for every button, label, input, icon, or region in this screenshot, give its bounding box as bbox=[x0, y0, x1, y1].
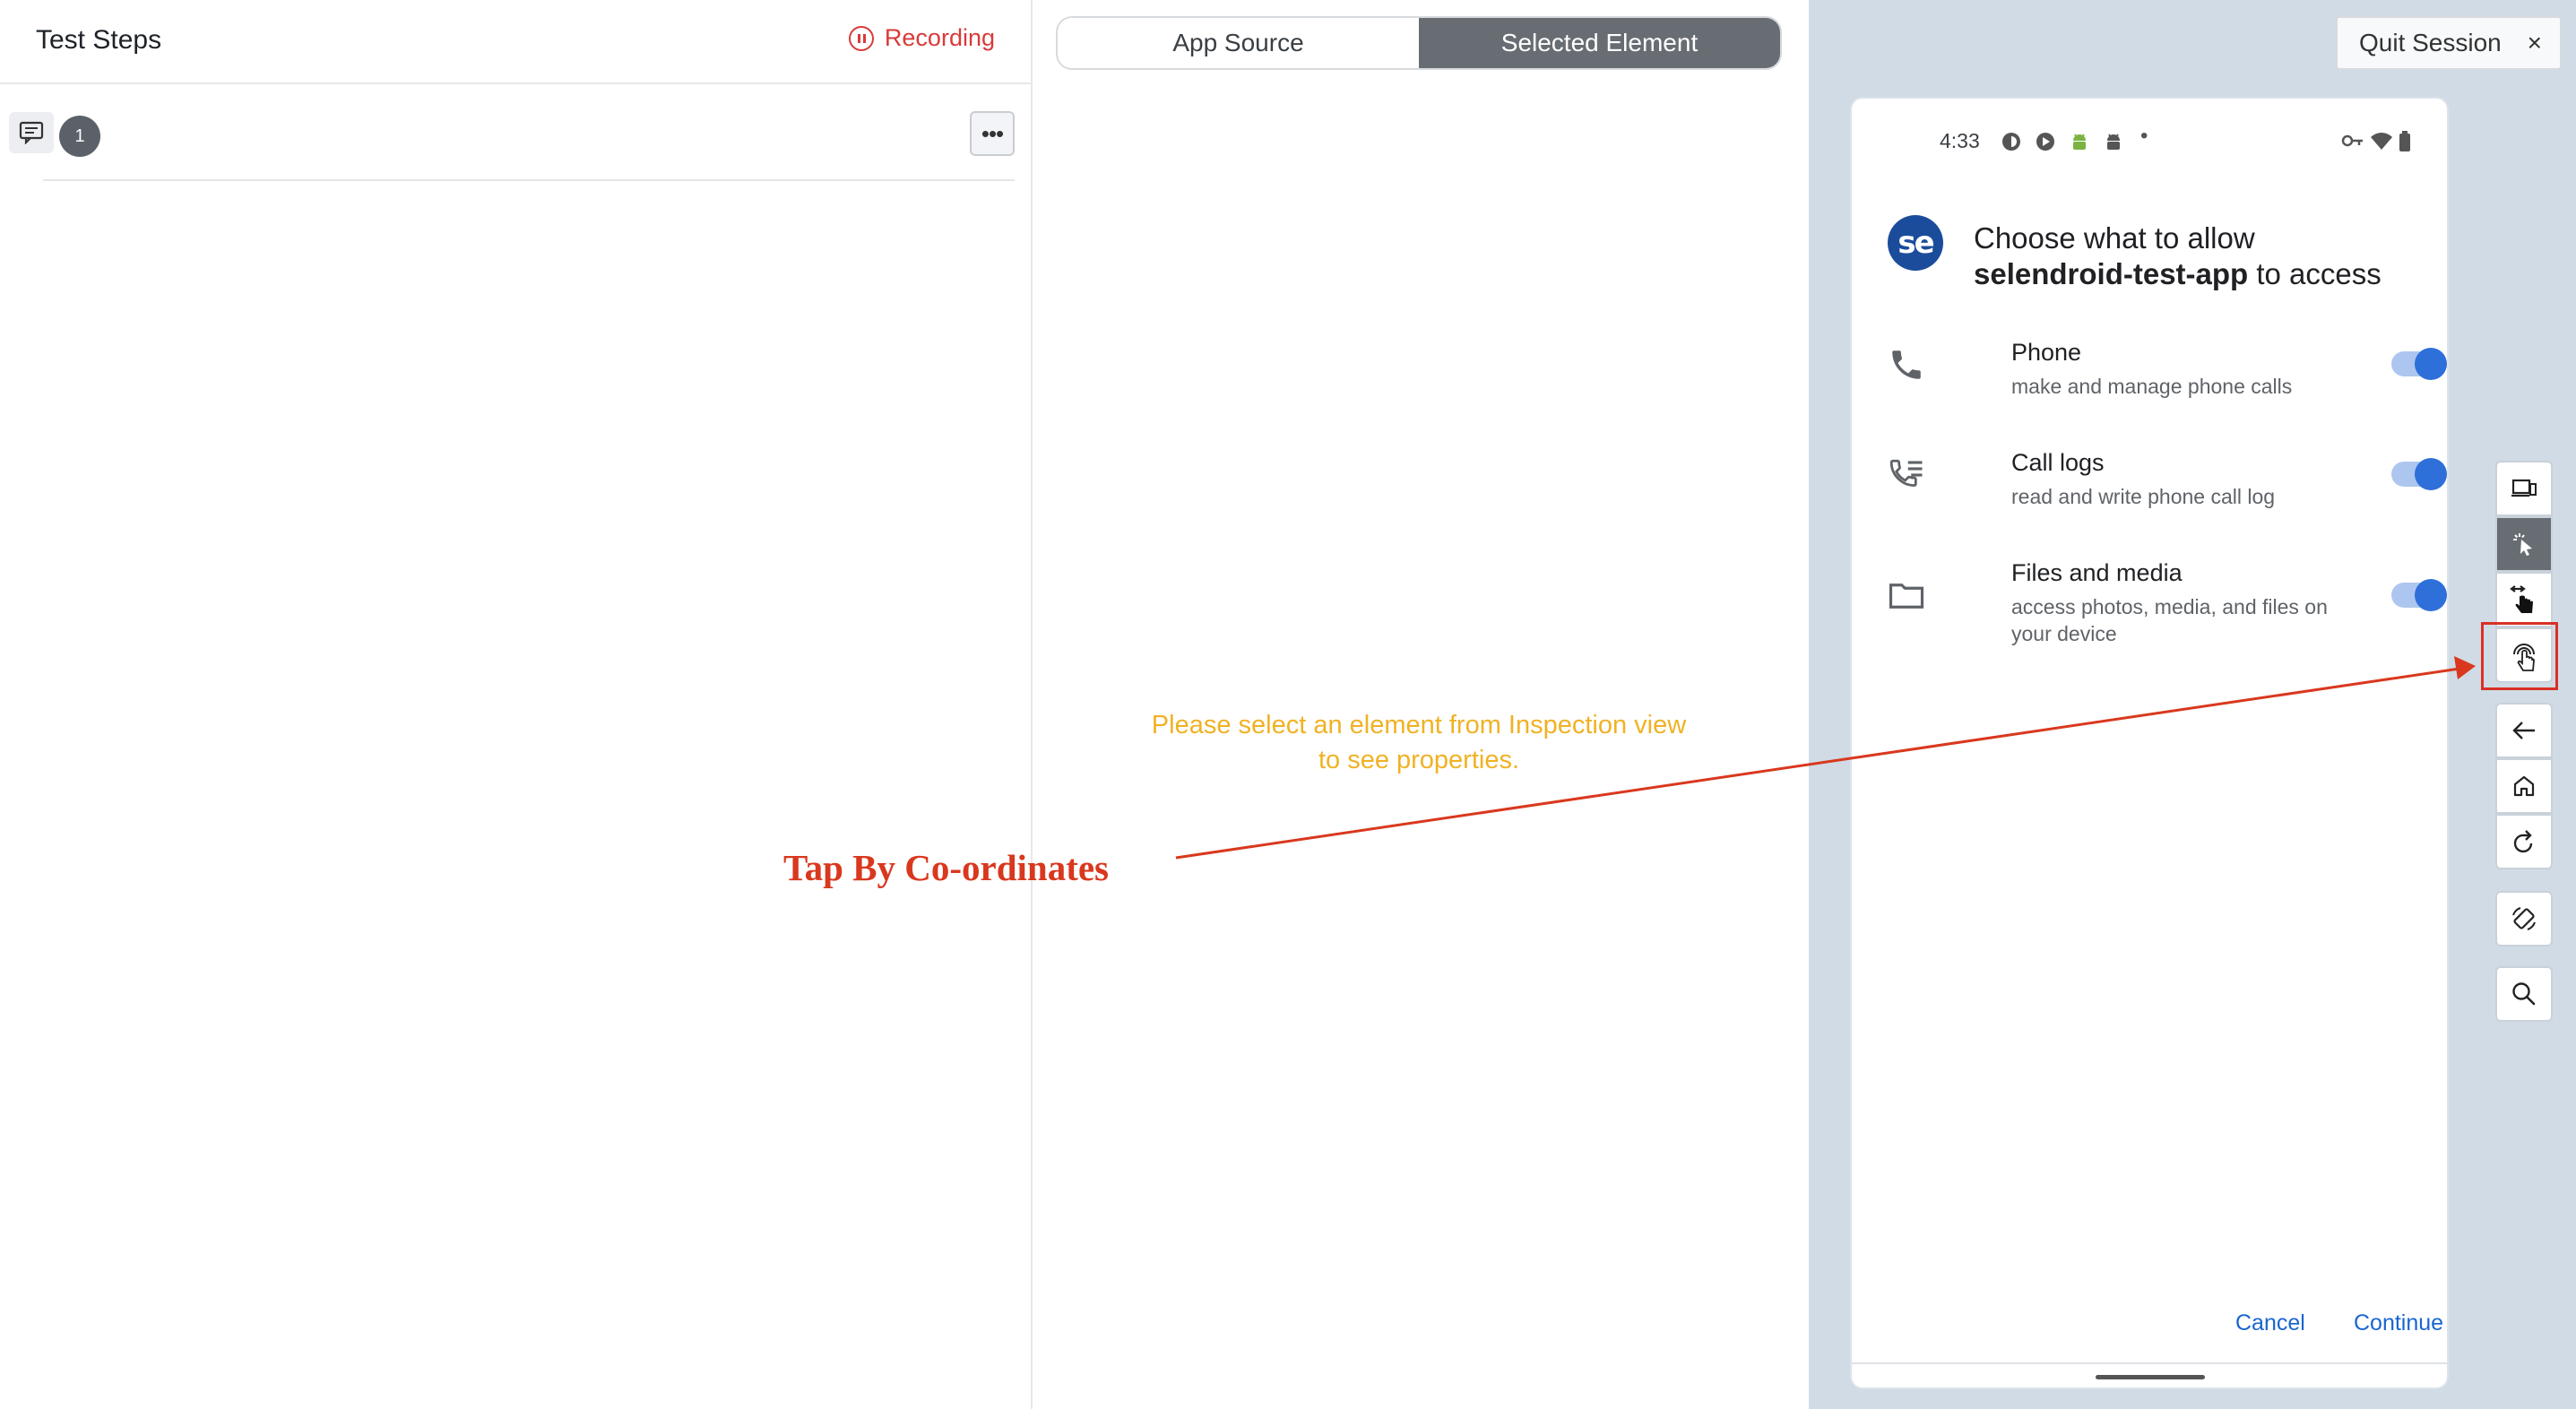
status-bar: 4:33 • bbox=[1852, 120, 2447, 156]
permission-title-suffix: to access bbox=[2248, 257, 2382, 290]
continue-button[interactable]: Continue bbox=[2354, 1310, 2443, 1336]
recording-label: Recording bbox=[884, 24, 995, 51]
notification-dot: • bbox=[2140, 124, 2148, 148]
toggle-device-button[interactable] bbox=[2495, 461, 2553, 516]
refresh-button[interactable] bbox=[2495, 814, 2553, 869]
permission-name: Phone bbox=[2011, 339, 2082, 366]
status-time: 4:33 bbox=[1940, 129, 1980, 152]
inspector-tabs: App Source Selected Element bbox=[1056, 16, 1782, 70]
pause-recording-icon[interactable] bbox=[848, 25, 874, 51]
selendroid-logo: se bbox=[1888, 215, 1943, 271]
test-steps-panel: Test Steps Recording 1 ••• bbox=[0, 0, 1033, 1409]
search-button[interactable] bbox=[2495, 966, 2553, 1022]
hint-line-2: to see properties. bbox=[1318, 746, 1520, 774]
permission-name: Call logs bbox=[2011, 449, 2105, 476]
quit-session-label: Quit Session bbox=[2359, 29, 2502, 56]
permission-toggle-files-media[interactable] bbox=[2391, 579, 2447, 611]
step-number-badge: 1 bbox=[59, 116, 100, 157]
phone-icon bbox=[1892, 350, 1921, 379]
android-green-icon bbox=[2073, 134, 2086, 150]
test-steps-header: Test Steps Recording bbox=[0, 0, 1031, 84]
test-steps-title: Test Steps bbox=[36, 25, 162, 55]
device-screenshot-panel: Quit Session × 4:33 • se Choose what to … bbox=[1809, 0, 2576, 1409]
hint-line-1: Please select an element from Inspection… bbox=[1151, 711, 1687, 739]
home-button[interactable] bbox=[2495, 758, 2553, 814]
permission-toggle-call-logs[interactable] bbox=[2391, 458, 2447, 490]
back-icon bbox=[2512, 722, 2535, 739]
battery-icon bbox=[2399, 131, 2410, 151]
select-elements-icon bbox=[2513, 533, 2532, 556]
test-step-row: 1 ••• bbox=[0, 109, 1033, 181]
search-icon bbox=[2512, 982, 2536, 1006]
back-button[interactable] bbox=[2495, 703, 2553, 758]
close-icon[interactable]: × bbox=[2528, 29, 2542, 57]
play-store-icon bbox=[2036, 133, 2054, 151]
comment-icon[interactable] bbox=[9, 112, 54, 153]
call-log-icon bbox=[1889, 459, 1923, 487]
permission-description: read and write phone call log bbox=[2011, 485, 2276, 508]
annotation-label: Tap By Co-ordinates bbox=[783, 847, 1109, 888]
status-app-icon bbox=[2002, 133, 2020, 151]
permission-toggle-phone[interactable] bbox=[2391, 348, 2447, 380]
swipe-by-coordinates-button[interactable] bbox=[2495, 572, 2553, 627]
home-icon bbox=[2513, 775, 2535, 797]
quit-session-button[interactable]: Quit Session × bbox=[2336, 16, 2562, 70]
tap-button-highlight-box bbox=[2481, 622, 2558, 690]
app-name: selendroid-test-app bbox=[1974, 257, 2249, 290]
permission-name: Files and media bbox=[2011, 559, 2183, 586]
toggle-device-icon bbox=[2511, 479, 2537, 497]
select-element-hint: Please select an element from Inspection… bbox=[1074, 708, 1764, 778]
cancel-button[interactable]: Cancel bbox=[2235, 1310, 2305, 1336]
tab-app-source[interactable]: App Source bbox=[1058, 18, 1419, 68]
android-icon bbox=[2107, 134, 2120, 150]
recording-indicator[interactable]: Recording bbox=[848, 24, 995, 52]
folder-icon bbox=[1889, 583, 1924, 609]
permission-title-line2: selendroid-test-app to access bbox=[1974, 256, 2440, 292]
rotate-device-button[interactable] bbox=[2495, 891, 2553, 947]
permission-description: make and manage phone calls bbox=[2011, 375, 2293, 398]
nav-bar-divider bbox=[1852, 1362, 2447, 1364]
tab-selected-element[interactable]: Selected Element bbox=[1419, 18, 1780, 68]
rotate-icon bbox=[2512, 907, 2536, 930]
permission-description: access photos, media, and files on your … bbox=[2011, 595, 2328, 645]
wifi-icon bbox=[2371, 133, 2392, 150]
refresh-icon bbox=[2513, 830, 2533, 853]
inspector-panel: App Source Selected Element Please selec… bbox=[1033, 0, 1809, 1409]
step-divider bbox=[43, 179, 1015, 181]
permission-title-line1: Choose what to allow bbox=[1974, 221, 2255, 255]
permission-title: Choose what to allow selendroid-test-app… bbox=[1974, 220, 2440, 292]
step-more-button[interactable]: ••• bbox=[970, 111, 1015, 156]
vpn-key-icon bbox=[2341, 134, 2363, 147]
select-elements-button[interactable] bbox=[2495, 516, 2553, 572]
swipe-by-coordinates-icon bbox=[2510, 585, 2533, 613]
device-screen[interactable]: 4:33 • se Choose what to allow selendroi… bbox=[1850, 97, 2449, 1389]
gesture-nav-handle[interactable] bbox=[2096, 1375, 2205, 1379]
